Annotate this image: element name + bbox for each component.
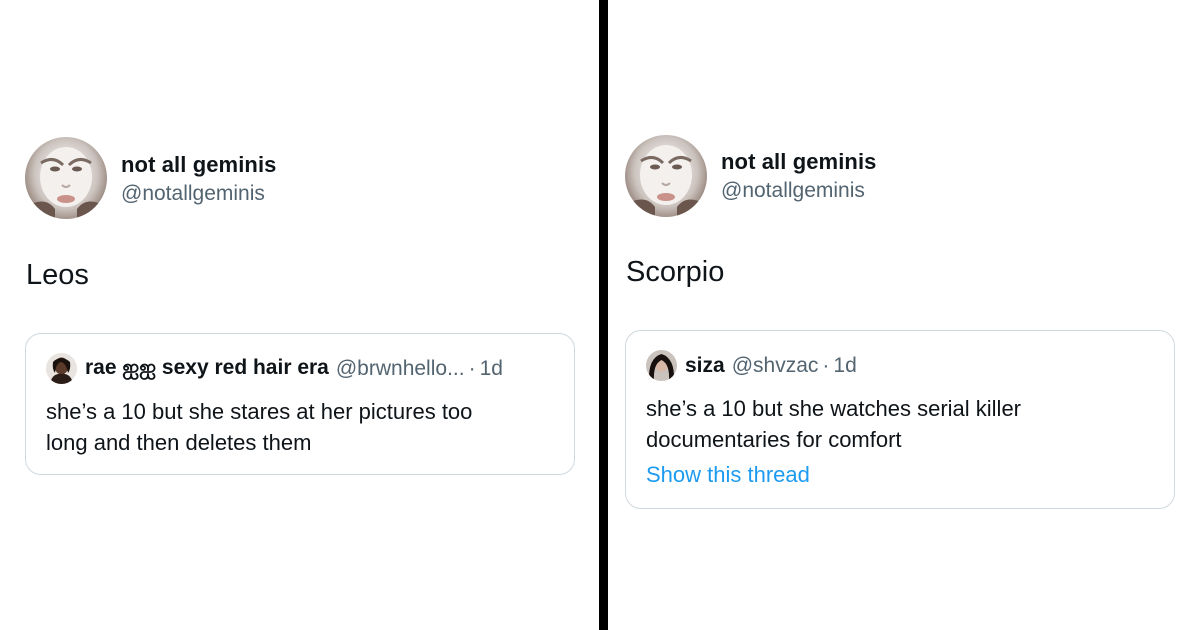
tweet-panel-left: not all geminis @notallgeminis Leos rae … [0, 0, 599, 630]
quoted-tweet-card[interactable]: rae ஐஐ sexy red hair era @brwnhello... ·… [25, 333, 575, 475]
author-avatar[interactable] [625, 135, 707, 217]
face-mask-avatar-image [625, 145, 707, 217]
quoted-tweet-text: she’s a 10 but she watches serial killer… [646, 393, 1021, 455]
quoted-author-handle[interactable]: @brwnhello... [336, 357, 465, 381]
quoted-author-name[interactable]: rae ஐஐ sexy red hair era [85, 356, 329, 382]
quoted-tweet-card[interactable]: siza @shvzac · 1d she’s a 10 but she wat… [625, 330, 1175, 509]
quoted-tweet-header: rae ஐஐ sexy red hair era @brwnhello... ·… [46, 353, 503, 384]
quoted-author-name[interactable]: siza [685, 354, 725, 378]
quoted-author-avatar[interactable] [646, 350, 677, 381]
author-handle[interactable]: @notallgeminis [121, 182, 265, 206]
face-mask-avatar-image [25, 147, 107, 219]
quoted-tweet-timestamp[interactable]: 1d [833, 354, 856, 378]
person-avatar-image [646, 350, 677, 381]
tweet-text: Leos [26, 259, 89, 291]
quoted-author-handle[interactable]: @shvzac [732, 354, 819, 378]
tweet-panel-right: not all geminis @notallgeminis Scorpio s… [608, 0, 1200, 630]
tweet-text: Scorpio [626, 256, 725, 288]
quoted-text-line: she’s a 10 but she watches serial killer [646, 396, 1022, 421]
panel-divider [599, 0, 608, 630]
separator-dot: · [468, 356, 476, 380]
quoted-author-avatar[interactable] [46, 353, 77, 384]
quoted-text-line: long and then deletes them [46, 430, 312, 455]
separator-dot: · [822, 353, 830, 377]
author-handle[interactable]: @notallgeminis [721, 179, 865, 203]
quoted-tweet-text: she’s a 10 but she stares at her picture… [46, 396, 472, 458]
quoted-tweet-header: siza @shvzac · 1d [646, 350, 857, 381]
author-display-name[interactable]: not all geminis [121, 152, 277, 178]
person-avatar-image [46, 353, 77, 384]
author-display-name[interactable]: not all geminis [721, 149, 877, 175]
show-thread-link[interactable]: Show this thread [646, 462, 810, 488]
quoted-text-line: she’s a 10 but she stares at her picture… [46, 399, 473, 424]
quoted-text-line: documentaries for comfort [646, 427, 902, 452]
author-avatar[interactable] [25, 137, 107, 219]
quoted-tweet-timestamp[interactable]: 1d [480, 357, 503, 381]
